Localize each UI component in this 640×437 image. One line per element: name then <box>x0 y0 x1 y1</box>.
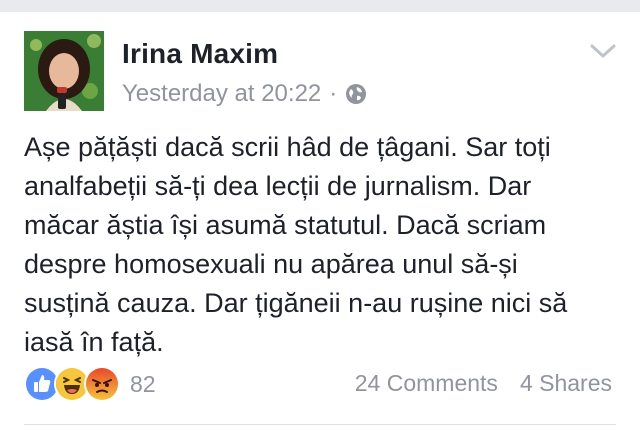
post-text-line: susțină cauza. Dar țigăneii n-au rușine … <box>24 288 568 318</box>
angry-icon <box>84 366 120 402</box>
post-text-line: Așe pățăști dacă scrii hâd de țâgani. Sa… <box>24 132 551 162</box>
post-text-line: măcar ăștia își asumă statutul. Dacă scr… <box>24 210 547 240</box>
meta-separator: · <box>329 80 338 107</box>
reactions-summary[interactable]: 82 <box>24 366 156 402</box>
reactions-count[interactable]: 82 <box>130 371 156 398</box>
comments-count-link[interactable]: 24 Comments <box>355 370 498 397</box>
post-meta: Yesterday at 20:22 · <box>122 80 367 108</box>
post-text-line: analfabeții să-ți dea lecții de jurnalis… <box>24 171 532 201</box>
divider <box>24 424 616 425</box>
shares-count-link[interactable]: 4 Shares <box>520 370 612 397</box>
avatar[interactable] <box>24 31 104 111</box>
author-name[interactable]: Irina Maxim <box>122 38 278 70</box>
chevron-down-icon[interactable] <box>588 40 618 62</box>
top-bar <box>0 0 640 12</box>
post-stats: 24 Comments 4 Shares <box>355 370 612 397</box>
post-text-line: despre homosexuali nu apărea unul să-și <box>24 249 518 279</box>
globe-icon <box>345 83 367 105</box>
post-text-line: iasă în față. <box>24 327 164 357</box>
post-timestamp[interactable]: Yesterday at 20:22 <box>122 80 321 108</box>
post-body: Așe pățăști dacă scrii hâd de țâgani. Sa… <box>24 128 624 362</box>
